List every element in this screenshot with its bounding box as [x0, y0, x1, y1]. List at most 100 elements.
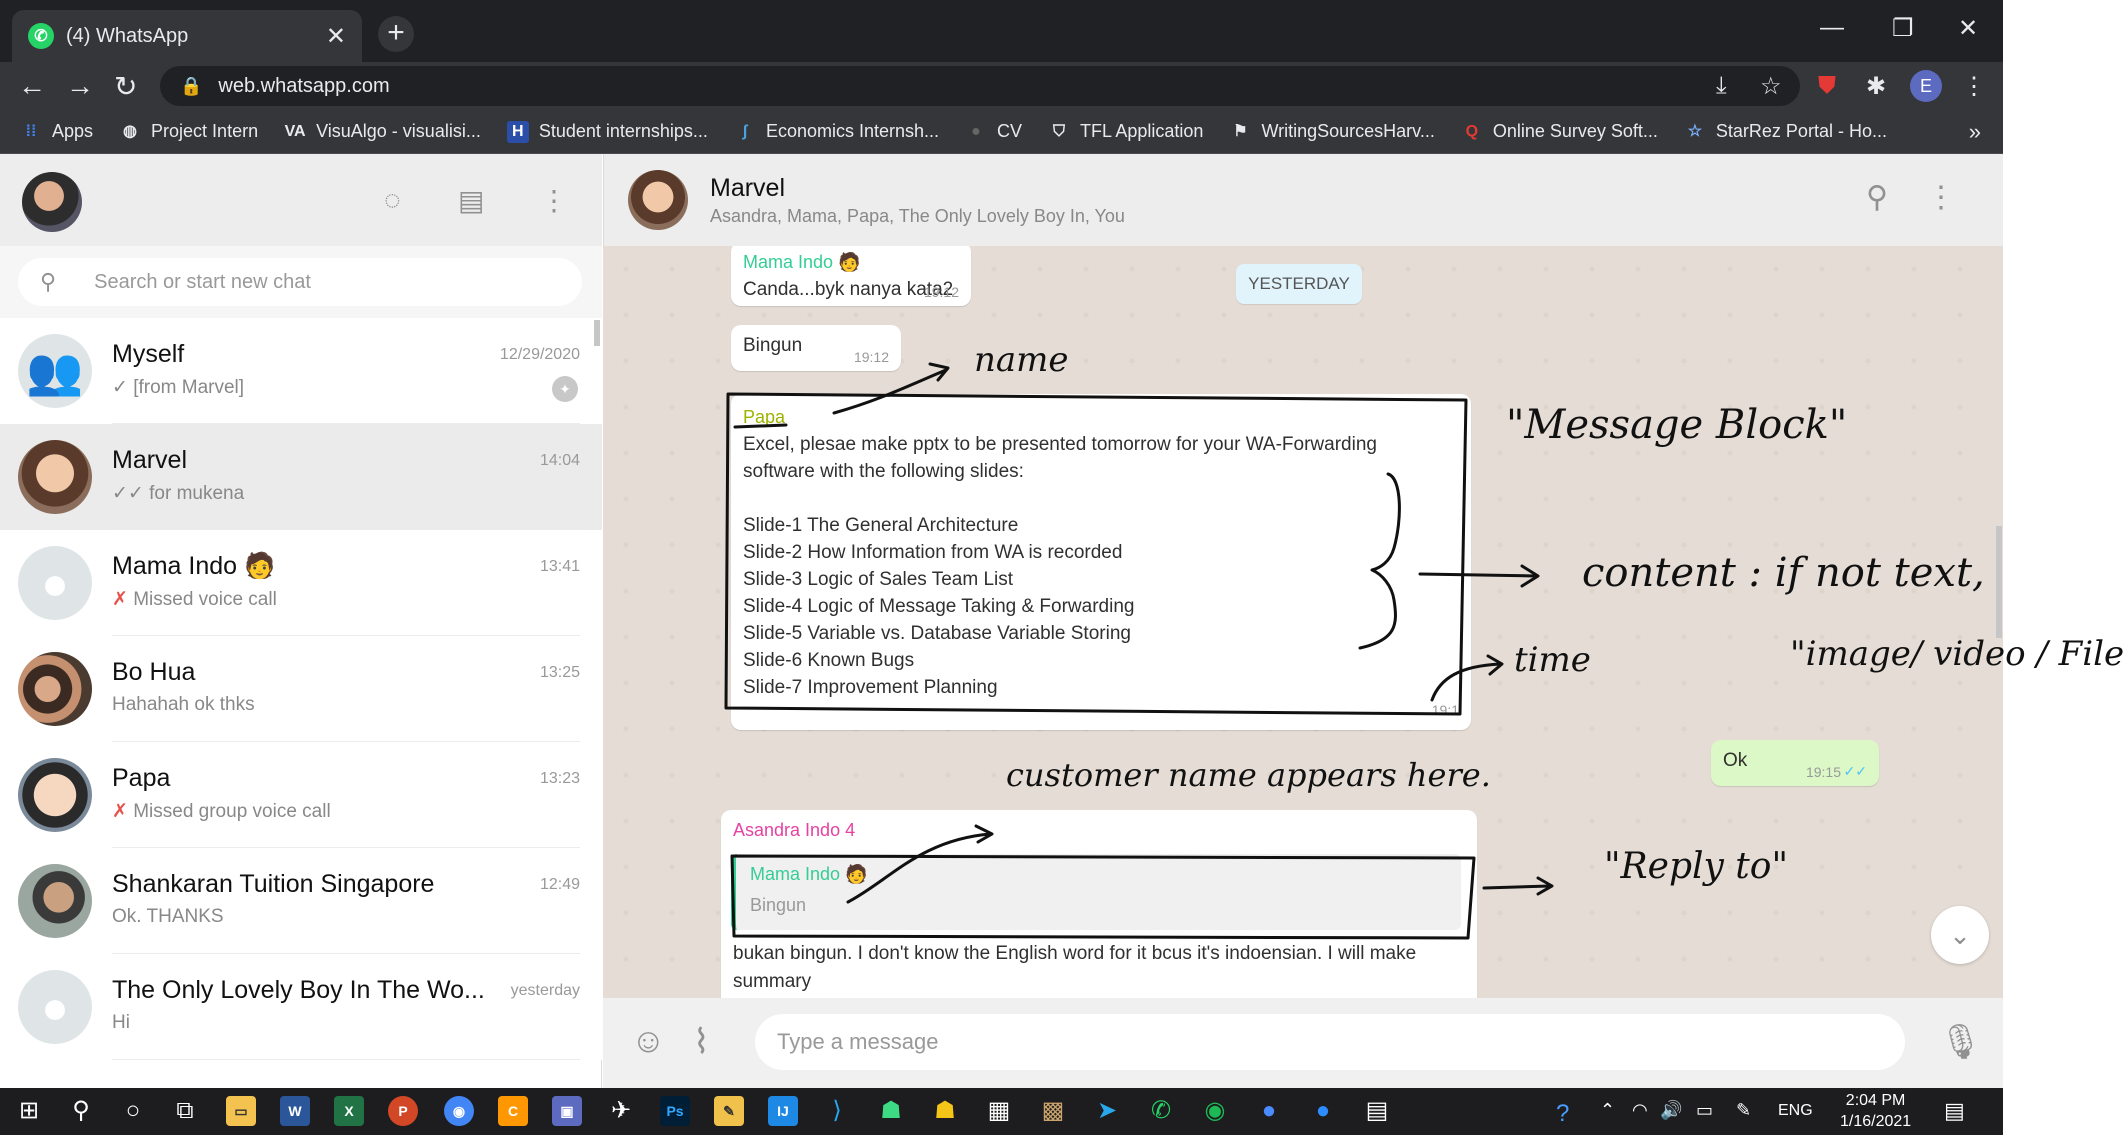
- restore-icon[interactable]: ❐: [1892, 14, 1914, 43]
- message-bubble[interactable]: Mama Indo 🧑 Canda...byk nanya kata2 19:1…: [731, 246, 971, 306]
- emoji-icon[interactable]: ☺: [631, 1022, 666, 1061]
- message-input[interactable]: Type a message: [755, 1014, 1905, 1070]
- message-placeholder: Type a message: [777, 1029, 939, 1054]
- chevron-up-icon[interactable]: ⌃: [1600, 1100, 1615, 1121]
- app-icon[interactable]: ✈: [606, 1096, 636, 1126]
- android-icon[interactable]: ☗: [876, 1096, 906, 1126]
- pen-icon[interactable]: ✎: [1736, 1100, 1751, 1121]
- menu-dots-icon[interactable]: ⋮: [1926, 180, 1956, 215]
- bookmark-online-survey[interactable]: Q Online Survey Soft...: [1461, 121, 1658, 143]
- bookmark-apps[interactable]: ⁞⁞ Apps: [20, 121, 93, 143]
- bookmark-tfl-application[interactable]: ⛉ TFL Application: [1048, 121, 1203, 143]
- message-bubble[interactable]: Asandra Indo 4 Mama Indo 🧑 Bingun bukan …: [721, 810, 1477, 998]
- attach-paperclip-icon[interactable]: ⌇: [693, 1022, 710, 1062]
- bookmark-writing-sources[interactable]: ⚑ WritingSourcesHarv...: [1229, 121, 1435, 143]
- bookmark-project-intern[interactable]: ◍ Project Intern: [119, 121, 258, 143]
- battery-icon[interactable]: ▭: [1696, 1100, 1713, 1121]
- close-window-icon[interactable]: ✕: [1958, 14, 1978, 43]
- chat-item[interactable]: Papa 13:23 ✗ Missed group voice call: [0, 742, 602, 848]
- read-receipt-icon: ✓✓: [1843, 763, 1867, 779]
- scroll-down-button[interactable]: ⌄: [1931, 906, 1989, 964]
- bookmark-starrez[interactable]: ☆ StarRez Portal - Ho...: [1684, 121, 1887, 143]
- message-bubble[interactable]: Papa Excel, plesae make pptx to be prese…: [731, 394, 1471, 730]
- app-icon[interactable]: ☗: [930, 1096, 960, 1126]
- powerpoint-icon[interactable]: P: [388, 1096, 418, 1126]
- chat-item[interactable]: 👥 Myself 12/29/2020 ✓ [from Marvel] ✦: [0, 318, 602, 424]
- spotify-icon[interactable]: ◉: [1200, 1096, 1230, 1126]
- profile-avatar[interactable]: E: [1910, 70, 1942, 102]
- new-tab-button[interactable]: +: [378, 16, 414, 52]
- app-icon[interactable]: ▤: [1362, 1096, 1392, 1126]
- minimize-icon[interactable]: —: [1820, 14, 1844, 42]
- reload-icon[interactable]: ↻: [114, 70, 137, 103]
- notifications-icon[interactable]: ▤: [1944, 1098, 1965, 1124]
- chat-item[interactable]: Bo Hua 13:25 Hahahah ok thks: [0, 636, 602, 742]
- search-icon[interactable]: ⚲: [1866, 180, 1888, 215]
- task-view-icon[interactable]: ⧉: [170, 1096, 200, 1126]
- photoshop-icon[interactable]: Ps: [660, 1096, 690, 1126]
- volume-icon[interactable]: 🔊: [1660, 1100, 1682, 1121]
- my-avatar[interactable]: [22, 172, 82, 232]
- telegram-icon[interactable]: ➤: [1092, 1096, 1122, 1126]
- search-input[interactable]: ⚲ Search or start new chat: [18, 258, 582, 306]
- zoom-icon[interactable]: ●: [1308, 1096, 1338, 1126]
- more-bookmarks-icon[interactable]: »: [1969, 119, 1981, 145]
- language-indicator[interactable]: ENG: [1778, 1102, 1813, 1120]
- cortana-icon[interactable]: ○: [118, 1096, 148, 1126]
- help-icon[interactable]: ?: [1556, 1100, 1569, 1128]
- close-tab-icon[interactable]: ✕: [326, 22, 346, 51]
- chrome-menu-icon[interactable]: ⋮: [1962, 72, 1986, 101]
- chat-item[interactable]: Shankaran Tuition Singapore 12:49 Ok. TH…: [0, 848, 602, 954]
- ublock-icon[interactable]: ⛊: [1818, 72, 1836, 100]
- bookmark-visualgo[interactable]: VA VisuAlgo - visualisi...: [284, 121, 481, 143]
- forward-arrow-icon[interactable]: →: [66, 70, 94, 102]
- chat-item[interactable]: ● Mama Indo 🧑 13:41 ✗ Missed voice call: [0, 530, 602, 636]
- package-icon[interactable]: ▩: [1038, 1096, 1068, 1126]
- app-icon[interactable]: ▣: [552, 1096, 582, 1126]
- bookmark-cv[interactable]: ● CV: [965, 121, 1022, 143]
- reply-quote[interactable]: Mama Indo 🧑 Bingun: [731, 854, 1461, 930]
- message-bubble-outgoing[interactable]: Ok 19:15 ✓✓: [1711, 740, 1879, 786]
- app-icon[interactable]: ●: [1254, 1096, 1284, 1126]
- chrome-icon[interactable]: ◉: [444, 1096, 474, 1126]
- status-icon[interactable]: ◌: [384, 184, 401, 216]
- message-line: Slide-2 How Information from WA is recor…: [743, 542, 1123, 563]
- conversation-pane: Marvel Asandra, Mama, Papa, The Only Lov…: [603, 154, 2003, 1088]
- word-icon[interactable]: W: [280, 1096, 310, 1126]
- sidebar-scrollbar[interactable]: [594, 320, 600, 346]
- conversation-title: Marvel: [710, 174, 786, 202]
- bookmark-student-internships[interactable]: H Student internships...: [506, 120, 708, 143]
- avatar: [18, 864, 92, 938]
- url-bar[interactable]: 🔒 web.whatsapp.com: [160, 66, 1800, 106]
- back-arrow-icon[interactable]: ←: [18, 70, 46, 102]
- bookmark-star-icon[interactable]: ☆: [1760, 72, 1782, 101]
- windows-start-icon[interactable]: ⊞: [14, 1096, 44, 1126]
- intellij-icon[interactable]: IJ: [768, 1096, 798, 1126]
- excel-icon[interactable]: X: [334, 1096, 364, 1126]
- whatsapp-icon[interactable]: ✆: [1146, 1096, 1176, 1126]
- wifi-icon[interactable]: ◠: [1632, 1100, 1648, 1121]
- conversation-scrollbar[interactable]: [1996, 526, 2002, 638]
- day-label: YESTERDAY: [1236, 264, 1362, 304]
- download-icon[interactable]: ⤓: [1716, 72, 1727, 100]
- windows-taskbar: ⊞ ⚲ ○ ⧉ ▭ W X P ◉ C ▣ ✈ Ps ✎ IJ ⟩ ☗ ☗ ▦ …: [0, 1088, 2003, 1135]
- message-text: bukan bingun. I don't know the English w…: [733, 943, 1417, 992]
- notepad-icon[interactable]: ✎: [714, 1096, 744, 1126]
- extensions-puzzle-icon[interactable]: ✱: [1866, 72, 1886, 101]
- chat-item[interactable]: Marvel 14:04 ✓✓ for mukena: [0, 424, 602, 530]
- conversation-header[interactable]: Marvel Asandra, Mama, Papa, The Only Lov…: [603, 154, 2003, 246]
- notes-app-icon[interactable]: C: [498, 1096, 528, 1126]
- microphone-icon[interactable]: 🎙: [1939, 1022, 1982, 1062]
- new-chat-icon[interactable]: ▤: [458, 184, 484, 217]
- clock[interactable]: 2:04 PM 1/16/2021: [1840, 1090, 1911, 1132]
- search-icon[interactable]: ⚲: [66, 1096, 96, 1126]
- vscode-icon[interactable]: ⟩: [822, 1096, 852, 1126]
- bookmark-economics-internships[interactable]: ʃ Economics Internsh...: [734, 121, 939, 143]
- chat-item[interactable]: ● The Only Lovely Boy In The Wo... yeste…: [0, 954, 602, 1060]
- file-explorer-icon[interactable]: ▭: [226, 1096, 256, 1126]
- tab-whatsapp[interactable]: ✆ (4) WhatsApp ✕: [12, 10, 362, 62]
- message-bubble[interactable]: Bingun 19:12: [731, 325, 901, 371]
- app-icon[interactable]: ▦: [984, 1096, 1014, 1126]
- annotation-content: content : if not text,: [1582, 550, 1985, 596]
- menu-dots-icon[interactable]: ⋮: [540, 184, 568, 217]
